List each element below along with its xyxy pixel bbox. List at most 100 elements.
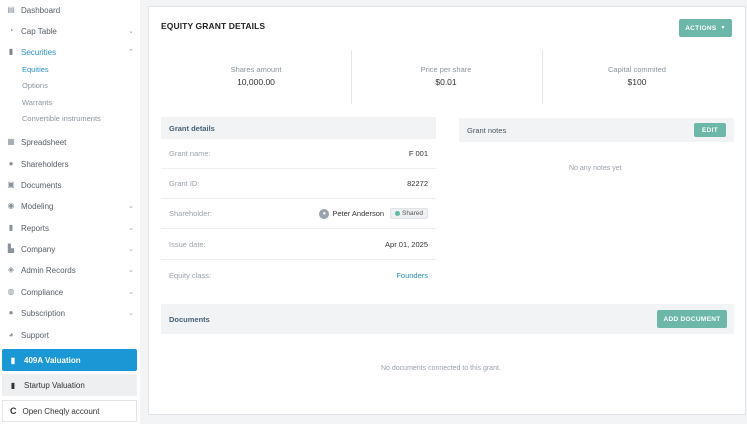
folder-icon: ▣ <box>7 180 15 189</box>
grant-row-key: Shareholder: <box>169 209 212 218</box>
sidebar-item-cap-table[interactable]: ◔ Cap Table ⌄ <box>0 21 140 41</box>
equity-grant-card: EQUITY GRANT DETAILS ACTIONS ▼ Shares am… <box>148 6 746 415</box>
sidebar-subitem-warrants[interactable]: Warrants <box>22 95 52 109</box>
actions-label: ACTIONS <box>685 24 717 32</box>
chevron-down-icon: ⌄ <box>128 289 134 296</box>
chevron-down-icon: ⌄ <box>128 28 134 35</box>
chevron-down-icon: ⌄ <box>128 310 134 317</box>
stat-label: Price per share <box>420 65 472 74</box>
grant-row-key: Grant name: <box>169 149 211 158</box>
notes-empty-text: No any notes yet <box>569 165 622 172</box>
grant-details-header: Grant details <box>161 117 436 139</box>
sidebar-item-label: Modeling <box>21 201 54 211</box>
sidebar-item-subscription[interactable]: ● Subscription ⌄ <box>0 303 140 323</box>
startup-valuation-button[interactable]: ▮ Startup Valuation <box>2 374 137 396</box>
chevron-down-icon: ⌄ <box>128 267 134 274</box>
open-account-label: Open Cheqly account <box>22 406 100 416</box>
grant-row-id: Grant ID: 82272 <box>161 169 436 199</box>
documents-header: Documents <box>161 304 734 334</box>
person-icon: ● <box>8 159 14 168</box>
coin-icon: ● <box>8 308 14 317</box>
sidebar-item-admin-records[interactable]: ◈ Admin Records ⌄ <box>0 260 140 280</box>
sidebar-item-label: Dashboard <box>21 5 61 15</box>
sidebar-item-dashboard[interactable]: ▤ Dashboard <box>0 0 140 20</box>
page-title: EQUITY GRANT DETAILS <box>161 21 266 31</box>
grant-row-value: F 001 <box>408 149 428 158</box>
pie-chart-icon: ◔ <box>8 26 14 35</box>
grant-row-name: Grant name: F 001 <box>161 139 436 169</box>
sidebar-item-spreadsheet[interactable]: ▦ Spreadsheet <box>0 132 140 152</box>
open-account-button[interactable]: C Open Cheqly account <box>2 400 137 422</box>
equity-class-link[interactable]: Founders <box>396 271 428 280</box>
documents-title: Documents <box>169 314 210 324</box>
chevron-down-icon: ⌄ <box>128 203 134 210</box>
grant-row-issue-date: Issue date: Apr 01, 2025 <box>161 230 436 260</box>
grant-notes-header: Grant notes <box>459 118 734 142</box>
grant-row-value: 82272 <box>407 179 428 188</box>
shareholder-name[interactable]: Peter Anderson <box>332 209 384 218</box>
grant-details-title: Grant details <box>169 123 215 133</box>
shared-badge-label: Shared <box>402 210 423 217</box>
stat-price-per-share: Price per share $0.01 <box>351 65 541 87</box>
sidebar-subitem-convertible[interactable]: Convertible instruments <box>22 111 101 125</box>
building-icon: ▙ <box>7 244 15 253</box>
stat-value: 10,000.00 <box>237 77 275 87</box>
document-icon: ▮ <box>10 355 16 365</box>
archive-icon: ◈ <box>7 265 15 274</box>
report-icon: ▮ <box>8 223 14 232</box>
shield-icon: ◍ <box>7 287 15 296</box>
chevron-up-icon: ⌃ <box>128 49 134 56</box>
sidebar-item-label: Company <box>21 244 56 254</box>
sidebar-item-support[interactable]: ◕ Support <box>0 325 140 345</box>
sidebar-item-securities[interactable]: ▮ Securities ⌃ <box>0 42 140 62</box>
sidebar-item-label: Cap Table <box>21 26 57 36</box>
sidebar-item-label: Admin Records <box>21 265 76 275</box>
stat-capital-committed: Capital commited $100 <box>542 65 732 87</box>
sidebar-subitem-equities[interactable]: Equities <box>22 62 49 76</box>
sidebar: ▤ Dashboard ◔ Cap Table ⌄ ▮ Securities ⌃… <box>0 0 140 424</box>
sidebar-item-label: Compliance <box>21 287 64 297</box>
chat-icon: ◕ <box>8 330 14 339</box>
documents-empty-text: No documents connected to this grant. <box>381 365 501 372</box>
sidebar-item-company[interactable]: ▙ Company ⌄ <box>0 239 140 259</box>
startup-valuation-label: Startup Valuation <box>24 380 85 390</box>
dashboard-icon: ▤ <box>7 5 15 14</box>
stat-value: $100 <box>627 77 647 87</box>
edit-notes-button[interactable]: EDIT <box>694 123 726 137</box>
sidebar-item-label: Documents <box>21 180 62 190</box>
sidebar-subitem-options[interactable]: Options <box>22 78 48 92</box>
shared-badge: Shared <box>390 208 428 219</box>
grant-row-key: Grant ID: <box>169 179 200 188</box>
sidebar-item-label: Subscription <box>21 308 66 318</box>
avatar: ● <box>319 208 330 219</box>
stat-shares-amount: Shares amount 10,000.00 <box>161 65 351 87</box>
grant-row-key: Equity class: <box>169 270 212 280</box>
valuation-409a-label: 409A Valuation <box>24 355 81 365</box>
document-icon: ▮ <box>10 380 16 390</box>
sidebar-item-compliance[interactable]: ◍ Compliance ⌄ <box>0 282 140 302</box>
grid-icon: ▦ <box>7 137 15 146</box>
valuation-409a-button[interactable]: ▮ 409A Valuation <box>2 349 137 371</box>
add-document-button[interactable]: ADD DOCUMENT <box>657 310 727 328</box>
stat-value: $0.01 <box>435 77 457 87</box>
grant-row-key: Issue date: <box>169 240 206 249</box>
document-icon: ▮ <box>8 47 14 56</box>
shareholder-value: ● Peter Anderson Shared <box>319 208 428 219</box>
grant-row-shareholder: Shareholder: ● Peter Anderson Shared <box>161 199 436 229</box>
chevron-down-icon: ⌄ <box>128 225 134 232</box>
stat-label: Capital commited <box>608 65 666 74</box>
sidebar-item-shareholders[interactable]: ● Shareholders <box>0 154 140 174</box>
sidebar-item-modeling[interactable]: ◉ Modeling ⌄ <box>0 196 140 216</box>
sidebar-item-label: Securities <box>21 47 57 57</box>
sidebar-item-label: Spreadsheet <box>21 137 67 147</box>
chevron-down-icon: ⌄ <box>128 246 134 253</box>
stat-label: Shares amount <box>230 65 282 74</box>
sidebar-item-reports[interactable]: ▮ Reports ⌄ <box>0 218 140 238</box>
actions-button[interactable]: ACTIONS ▼ <box>679 19 732 37</box>
grant-row-equity-class: Equity class: Founders <box>161 260 436 290</box>
sidebar-item-label: Shareholders <box>21 159 69 169</box>
sidebar-item-label: Reports <box>21 223 50 233</box>
sidebar-item-documents[interactable]: ▣ Documents <box>0 175 140 195</box>
sidebar-item-label: Support <box>21 330 50 340</box>
status-dot-icon <box>395 211 401 216</box>
